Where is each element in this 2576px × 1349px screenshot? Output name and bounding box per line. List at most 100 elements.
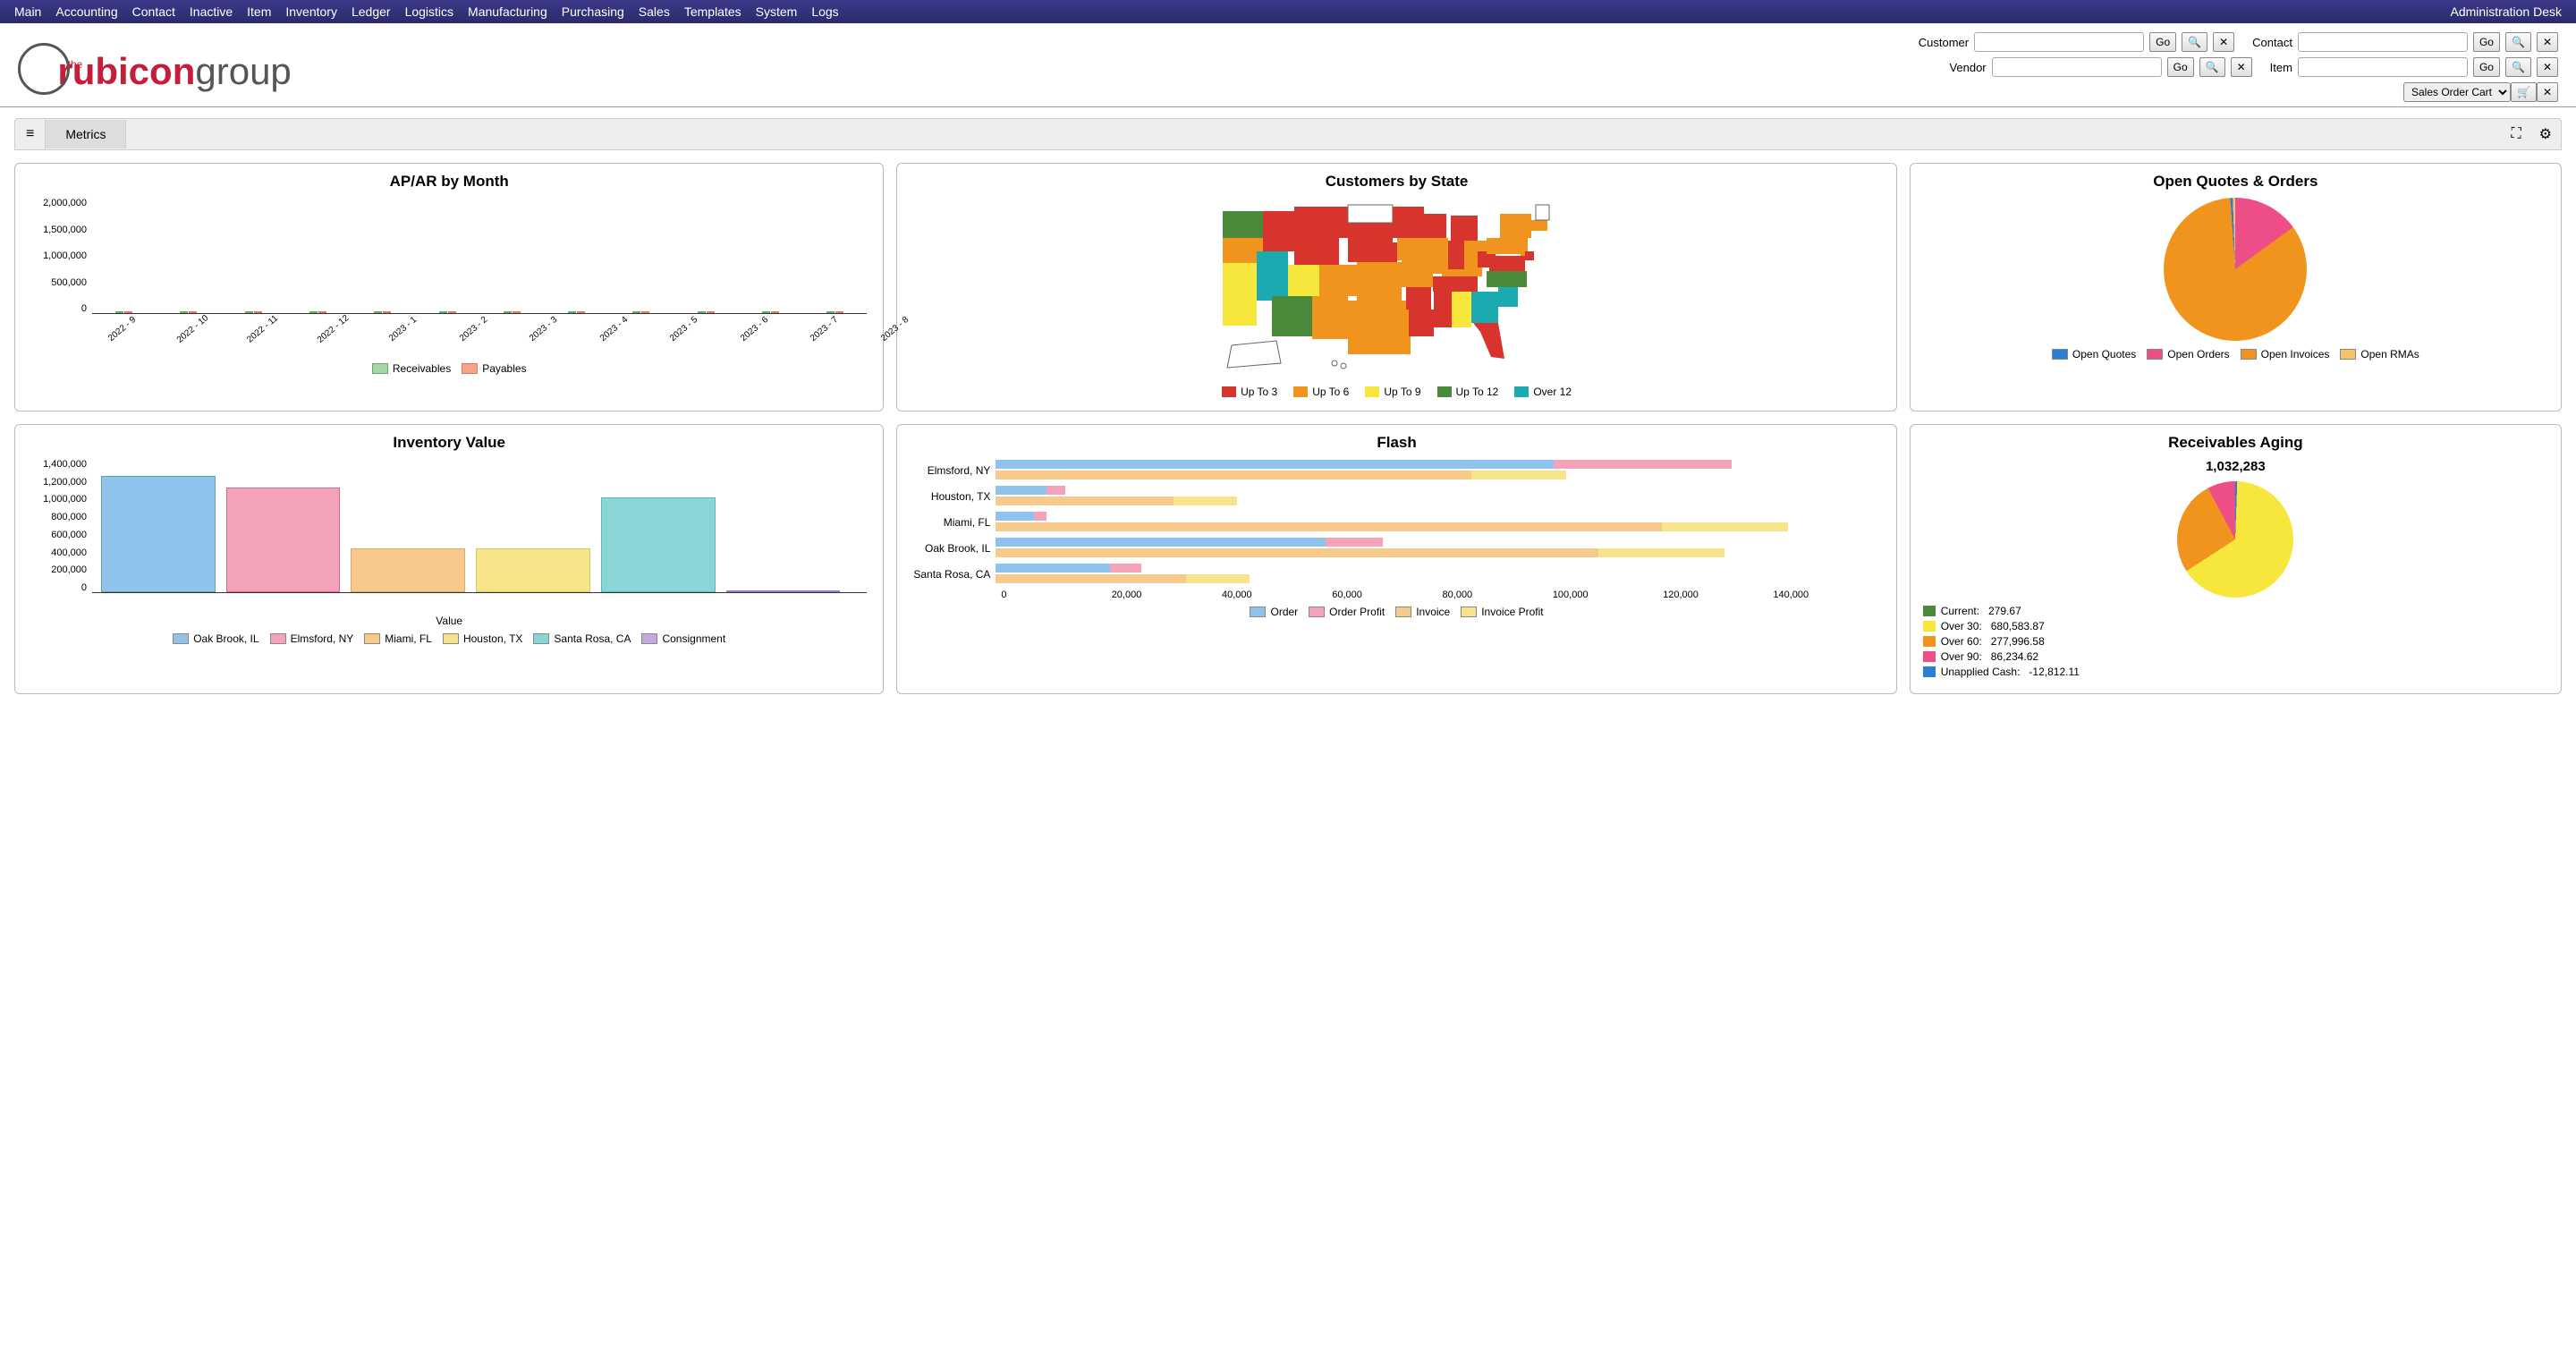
recv-label-unapplied: Unapplied Cash: [1941,666,2021,678]
inv-legend-miami: Miami, FL [385,632,432,645]
contact-search-icon[interactable]: 🔍 [2505,32,2531,52]
menu-inactive[interactable]: Inactive [182,3,240,21]
state-fl[interactable] [1473,323,1504,359]
recv-label-60: Over 60: [1941,635,1982,648]
menu-accounting[interactable]: Accounting [48,3,124,21]
flash-legend-oprofit: Order Profit [1329,606,1385,618]
inv-ytick: 200,000 [28,564,87,575]
contact-input[interactable] [2298,32,2468,52]
state-ny[interactable] [1500,214,1531,238]
state-la[interactable] [1409,310,1434,336]
flash-row-label: Miami, FL [910,516,996,529]
cart-icon[interactable]: 🛒 [2511,82,2537,102]
menu-sales[interactable]: Sales [631,3,677,21]
state-me[interactable] [1536,205,1549,220]
legend-open-quotes: Open Quotes [2072,348,2136,361]
state-az[interactable] [1272,296,1312,336]
tab-metrics[interactable]: Metrics [46,120,126,148]
state-nv[interactable] [1257,251,1288,301]
state-nc[interactable] [1487,271,1527,287]
inventory-title: Inventory Value [28,434,870,452]
customer-input[interactable] [1974,32,2144,52]
state-ca[interactable] [1223,263,1257,326]
state-ma[interactable] [1531,220,1547,231]
customer-go-button[interactable]: Go [2149,32,2176,52]
menu-manufacturing[interactable]: Manufacturing [461,3,555,21]
inv-ytick: 1,200,000 [28,477,87,488]
state-ok[interactable] [1357,283,1402,301]
state-mo[interactable] [1402,260,1433,287]
state-mi[interactable] [1451,216,1478,241]
menu-inventory[interactable]: Inventory [278,3,344,21]
vendor-clear-icon[interactable]: ✕ [2231,57,2252,77]
hamburger-icon[interactable]: ≡ [15,119,46,149]
state-ut[interactable] [1288,265,1319,296]
state-tx[interactable] [1348,301,1411,354]
state-al[interactable] [1452,292,1471,327]
panel-customers-map: Customers by State [896,163,1896,411]
item-search: Item Go 🔍 ✕ [2270,57,2558,77]
inv-ytick: 400,000 [28,547,87,558]
menu-admin-desk[interactable]: Administration Desk [2444,3,2570,21]
contact-clear-icon[interactable]: ✕ [2537,32,2558,52]
state-ms[interactable] [1434,292,1452,327]
state-mt[interactable] [1294,207,1348,238]
state-sd[interactable] [1348,223,1393,242]
menu-ledger[interactable]: Ledger [344,3,398,21]
flash-xtick: 60,000 [1332,590,1442,600]
state-pa[interactable] [1487,238,1521,254]
contact-label: Contact [2252,36,2292,49]
state-wa[interactable] [1223,211,1263,238]
flash-xtick: 140,000 [1773,590,1883,600]
item-input[interactable] [2298,57,2468,77]
inv-ytick: 0 [28,582,87,593]
menu-logs[interactable]: Logs [804,3,845,21]
panel-apar: AP/AR by Month 2,000,000 1,500,000 1,000… [14,163,884,411]
menu-templates[interactable]: Templates [677,3,749,21]
state-mn[interactable] [1393,207,1424,238]
state-tn[interactable] [1433,276,1478,292]
fullscreen-icon[interactable]: ⛶ [2502,121,2529,148]
state-ar[interactable] [1406,287,1431,310]
state-ga[interactable] [1471,292,1498,323]
state-hi[interactable] [1332,361,1337,366]
contact-go-button[interactable]: Go [2473,32,2500,52]
state-wi[interactable] [1424,214,1446,238]
header: therubicongroup Customer Go 🔍 ✕ Contact … [0,23,2576,107]
menu-contact[interactable]: Contact [125,3,182,21]
map-legend-9: Up To 9 [1384,386,1420,398]
cart-select[interactable]: Sales Order Cart [2403,82,2511,102]
vendor-go-button[interactable]: Go [2167,57,2194,77]
state-id[interactable] [1263,211,1294,251]
customer-clear-icon[interactable]: ✕ [2213,32,2234,52]
legend-open-orders: Open Orders [2167,348,2229,361]
state-ne[interactable] [1348,242,1397,262]
menu-item[interactable]: Item [240,3,278,21]
vendor-label: Vendor [1949,61,1986,74]
menu-system[interactable]: System [749,3,805,21]
state-in[interactable] [1448,241,1464,269]
gear-icon[interactable]: ⚙ [2530,120,2561,148]
vendor-input[interactable] [1992,57,2162,77]
apar-legend-payables: Payables [482,362,526,375]
state-nm[interactable] [1312,296,1348,339]
menu-logistics[interactable]: Logistics [398,3,461,21]
customer-search-icon[interactable]: 🔍 [2182,32,2207,52]
state-sc[interactable] [1498,287,1518,307]
state-md[interactable] [1525,251,1534,260]
inv-legend-santarosa: Santa Rosa, CA [554,632,631,645]
vendor-search-icon[interactable]: 🔍 [2199,57,2225,77]
state-ak[interactable] [1227,341,1281,368]
menu-purchasing[interactable]: Purchasing [555,3,631,21]
state-co[interactable] [1319,265,1357,296]
state-ia[interactable] [1397,238,1428,260]
state-ks[interactable] [1357,262,1402,283]
state-nd[interactable] [1348,205,1393,223]
cart-clear-icon[interactable]: ✕ [2537,82,2558,102]
state-il[interactable] [1428,238,1448,274]
item-go-button[interactable]: Go [2473,57,2500,77]
item-clear-icon[interactable]: ✕ [2537,57,2558,77]
item-search-icon[interactable]: 🔍 [2505,57,2531,77]
menu-main[interactable]: Main [7,3,48,21]
state-wy[interactable] [1294,238,1339,265]
